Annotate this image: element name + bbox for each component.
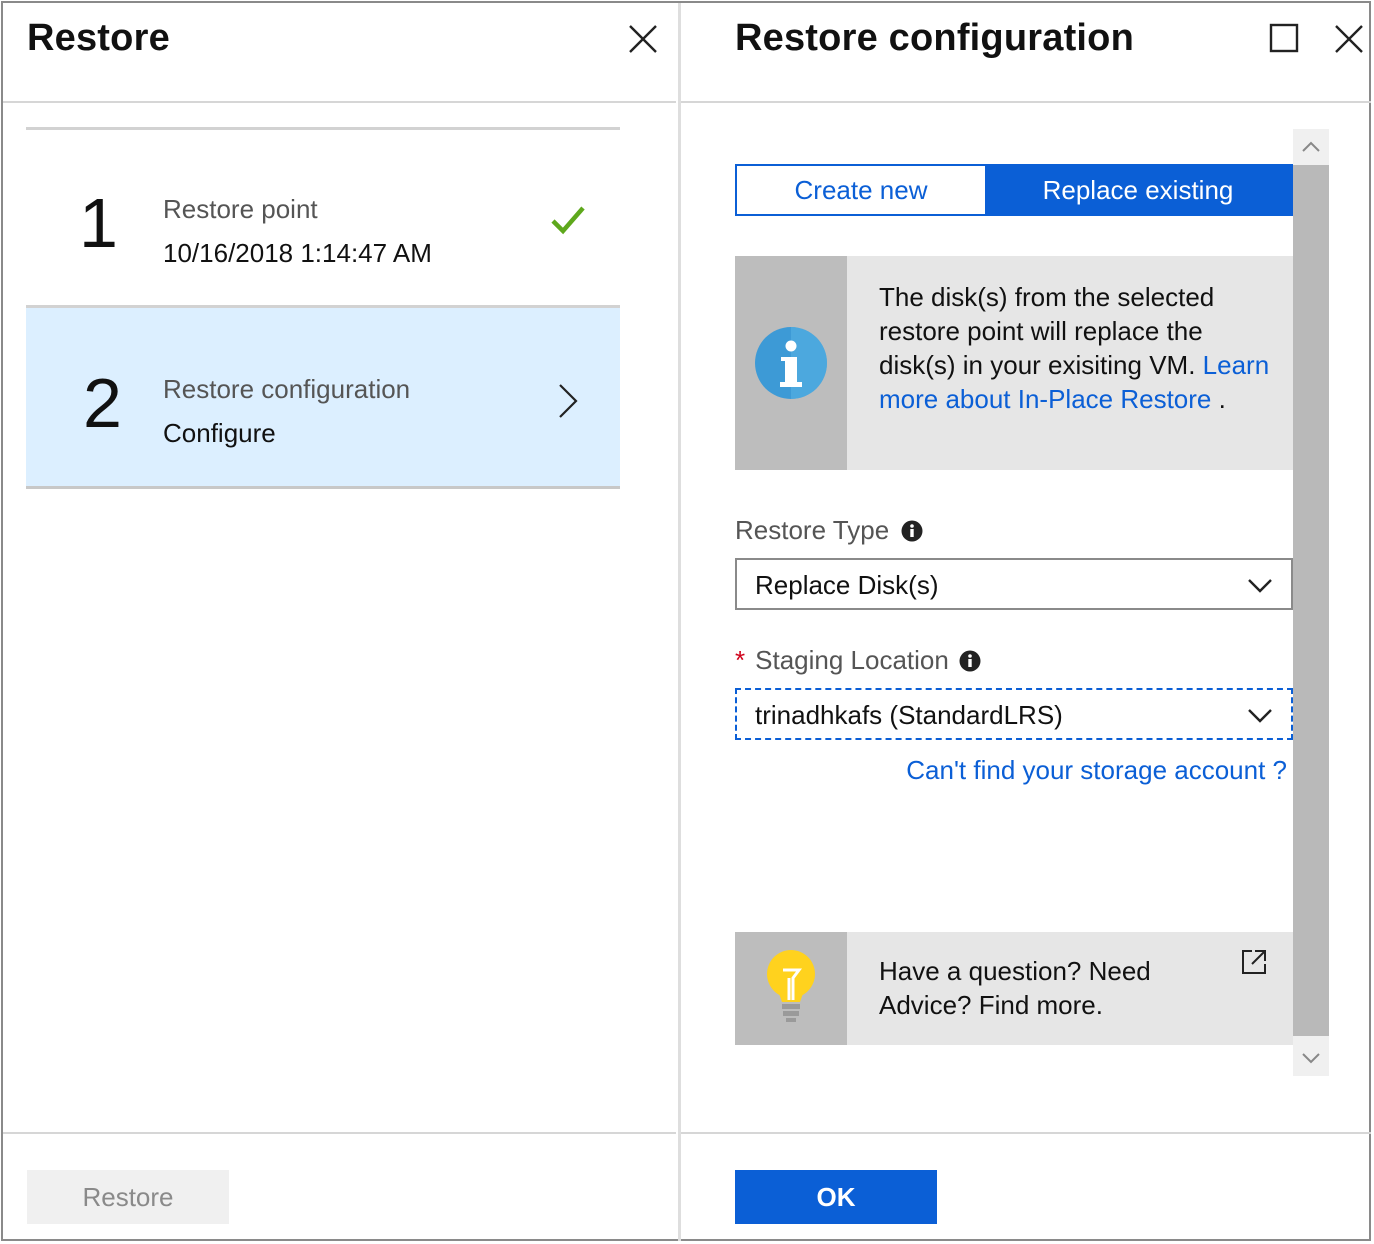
help-text: Have a question? Need Advice? Find more.: [879, 956, 1151, 1020]
footer-divider: [3, 1132, 676, 1134]
scroll-up-icon[interactable]: [1293, 129, 1329, 165]
restore-type-label-text: Restore Type: [735, 515, 890, 545]
restore-type-value: Replace Disk(s): [755, 570, 939, 600]
replace-existing-option[interactable]: Replace existing: [985, 166, 1291, 214]
close-icon[interactable]: [1331, 21, 1367, 57]
info-icon: [755, 327, 827, 399]
checkmark-icon: [551, 206, 585, 235]
restore-type-dropdown[interactable]: Replace Disk(s): [735, 558, 1293, 610]
lightbulb-icon: [767, 950, 815, 1022]
maximize-icon[interactable]: [1267, 21, 1303, 57]
info-text: The disk(s) from the selected restore po…: [879, 280, 1279, 416]
steps-bottom-divider: [26, 486, 620, 489]
help-banner-sidebar: [735, 932, 847, 1045]
step-restore-configuration[interactable]: 2 Restore configuration Configure: [26, 308, 620, 486]
scroll-thumb[interactable]: [1293, 165, 1329, 1036]
info-tooltip-icon[interactable]: [959, 650, 981, 672]
step-value: Configure: [163, 418, 276, 448]
blade-divider: [678, 3, 681, 1241]
external-link-icon[interactable]: [1240, 948, 1268, 976]
chevron-down-icon: [1248, 579, 1272, 593]
header-divider: [3, 101, 676, 103]
step-value: 10/16/2018 1:14:47 AM: [163, 238, 432, 268]
staging-location-dropdown[interactable]: trinadhkafs (StandardLRS): [735, 688, 1293, 740]
info-message: The disk(s) from the selected restore po…: [879, 282, 1215, 380]
info-tooltip-icon[interactable]: [901, 520, 923, 542]
restore-blade-title: Restore: [27, 17, 170, 59]
header-divider: [681, 101, 1371, 103]
info-banner-sidebar: [735, 256, 847, 470]
chevron-down-icon: [1248, 709, 1272, 723]
info-banner: The disk(s) from the selected restore po…: [735, 256, 1293, 470]
ok-button[interactable]: OK: [735, 1170, 937, 1224]
scroll-down-icon[interactable]: [1293, 1040, 1329, 1076]
restore-type-label: Restore Type: [735, 515, 923, 546]
step-number: 2: [83, 364, 122, 442]
staging-location-label-text: Staging Location: [755, 645, 949, 675]
staging-location-label: * Staging Location: [735, 645, 981, 676]
step-label: Restore configuration: [163, 374, 411, 404]
create-new-option[interactable]: Create new: [737, 166, 985, 214]
step-restore-point[interactable]: 1 Restore point 10/16/2018 1:14:47 AM: [26, 130, 620, 306]
chevron-right-icon: [559, 384, 578, 418]
window-frame: Restore 1 Restore point 10/16/2018 1:14:…: [1, 1, 1371, 1241]
step-label: Restore point: [163, 194, 318, 224]
step-number: 1: [79, 184, 118, 262]
restore-mode-toggle: Create new Replace existing: [735, 164, 1293, 216]
restore-button[interactable]: Restore: [27, 1170, 229, 1224]
scrollbar[interactable]: [1293, 129, 1329, 1076]
footer-divider: [681, 1132, 1371, 1134]
info-suffix: .: [1211, 384, 1226, 414]
cant-find-storage-link[interactable]: Can't find your storage account ?: [906, 755, 1287, 786]
restore-configuration-title: Restore configuration: [735, 17, 1135, 59]
staging-location-value: trinadhkafs (StandardLRS): [755, 700, 1063, 730]
close-icon[interactable]: [625, 21, 661, 57]
required-asterisk: *: [735, 645, 746, 675]
help-banner[interactable]: Have a question? Need Advice? Find more.: [735, 932, 1293, 1045]
